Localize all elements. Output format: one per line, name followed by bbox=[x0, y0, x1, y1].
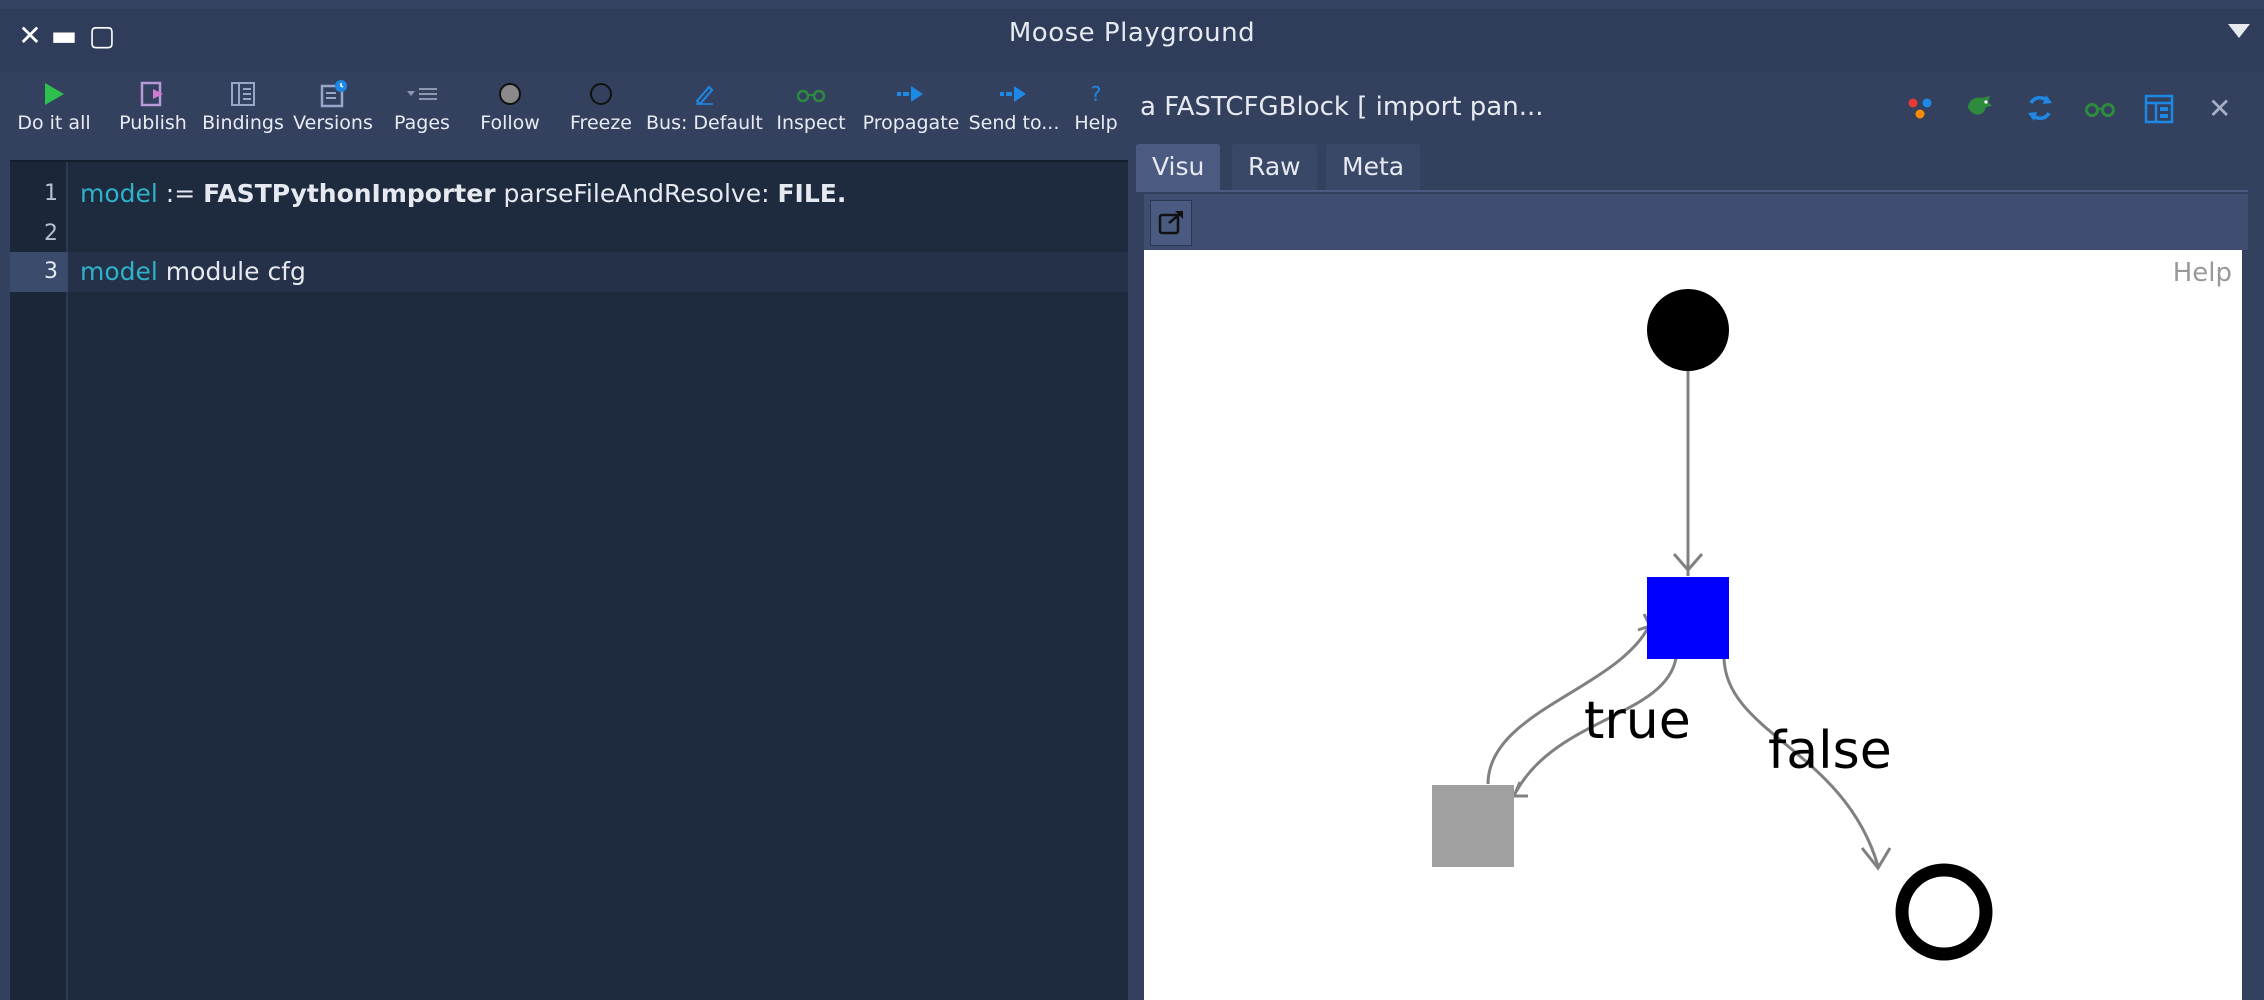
edge-label-false: false bbox=[1768, 721, 1892, 781]
visualization-canvas[interactable]: Help true false bbox=[1144, 250, 2242, 1000]
bus-default-button[interactable]: Bus: Default bbox=[646, 72, 763, 148]
end-node[interactable] bbox=[1895, 863, 1993, 961]
code-token-class: FASTPythonImporter bbox=[203, 179, 496, 208]
freeze-label: Freeze bbox=[570, 112, 632, 134]
inspect-icon[interactable] bbox=[2082, 90, 2118, 126]
moose-icon[interactable] bbox=[1962, 90, 1998, 126]
visu-toolbar bbox=[1144, 194, 2248, 250]
do-it-all-button[interactable]: Do it all bbox=[8, 72, 100, 148]
pane-splitter[interactable] bbox=[1128, 150, 1136, 1000]
playground-toolbar: Do it all Publish Bindings Versions Page… bbox=[8, 72, 1128, 148]
follow-label: Follow bbox=[480, 112, 540, 134]
current-block-node[interactable] bbox=[1647, 577, 1729, 659]
tab-meta[interactable]: Meta bbox=[1326, 144, 1421, 190]
moose-playground-window: ✕ ▬ ▢ Moose Playground Do it all Publish… bbox=[0, 0, 2264, 1000]
bus-default-label: Bus: Default bbox=[646, 112, 763, 134]
freeze-icon bbox=[556, 74, 646, 112]
inspect-icon bbox=[766, 74, 856, 112]
help-label: Help bbox=[1074, 112, 1118, 134]
publish-button[interactable]: Publish bbox=[108, 72, 198, 148]
code-line-1[interactable]: model := FASTPythonImporter parseFileAnd… bbox=[80, 174, 846, 214]
window-menu-button[interactable] bbox=[2228, 24, 2250, 38]
pages-label: Pages bbox=[394, 112, 450, 134]
title-bar: ✕ ▬ ▢ Moose Playground bbox=[0, 0, 2264, 72]
inspector-close-button[interactable]: ✕ bbox=[2208, 92, 2231, 125]
bindings-button[interactable]: Bindings bbox=[198, 72, 288, 148]
versions-button[interactable]: Versions bbox=[288, 72, 378, 148]
code-token-argument: FILE. bbox=[777, 179, 847, 208]
propagate-button[interactable]: Propagate bbox=[860, 72, 962, 148]
line-number-current: 3 bbox=[10, 252, 68, 292]
play-icon bbox=[8, 74, 100, 112]
code-editor[interactable]: 1 2 3 model := FASTPythonImporter parseF… bbox=[10, 160, 1128, 1000]
pages-icon bbox=[380, 74, 464, 112]
code-token-message: module cfg bbox=[157, 257, 306, 286]
bindings-label: Bindings bbox=[202, 112, 284, 134]
propagate-icon bbox=[860, 74, 962, 112]
tab-raw[interactable]: Raw bbox=[1232, 144, 1317, 190]
browse-icon[interactable] bbox=[2142, 90, 2178, 126]
bindings-icon bbox=[198, 74, 288, 112]
line-number: 1 bbox=[44, 181, 58, 206]
window-title: Moose Playground bbox=[1008, 18, 1256, 48]
code-token-variable: model bbox=[80, 179, 158, 208]
freeze-button[interactable]: Freeze bbox=[556, 72, 646, 148]
propagate-label: Propagate bbox=[862, 112, 960, 134]
follow-button[interactable]: Follow bbox=[464, 72, 556, 148]
send-to-label: Send to... bbox=[968, 112, 1060, 134]
publish-icon bbox=[108, 74, 198, 112]
inspect-button[interactable]: Inspect bbox=[766, 72, 856, 148]
bus-icon bbox=[646, 74, 762, 112]
send-to-button[interactable]: Send to... bbox=[964, 72, 1064, 148]
open-external-icon bbox=[1158, 211, 1183, 235]
code-token-selector: parseFileAndResolve: bbox=[495, 179, 778, 208]
tab-underline bbox=[1136, 190, 2248, 192]
follow-icon bbox=[464, 74, 556, 112]
background-window-strip bbox=[0, 0, 2264, 9]
versions-icon bbox=[288, 74, 378, 112]
code-token-variable: model bbox=[80, 257, 158, 286]
open-in-new-window-button[interactable] bbox=[1150, 200, 1192, 246]
do-it-all-label: Do it all bbox=[17, 112, 91, 134]
code-token-assign: := bbox=[157, 179, 204, 208]
svg-text:?: ? bbox=[1091, 82, 1102, 106]
start-node[interactable] bbox=[1647, 289, 1729, 371]
refresh-icon[interactable] bbox=[2022, 90, 2058, 126]
inspect-label: Inspect bbox=[776, 112, 846, 134]
edge-label-true: true bbox=[1584, 691, 1691, 751]
line-number-gutter: 1 2 3 bbox=[10, 162, 68, 1000]
versions-label: Versions bbox=[293, 112, 373, 134]
tab-visu[interactable]: Visu bbox=[1136, 144, 1221, 190]
mondrian-icon[interactable] bbox=[1902, 90, 1938, 126]
true-block-node[interactable] bbox=[1432, 785, 1514, 867]
help-icon: ? bbox=[1068, 74, 1124, 112]
code-line-3[interactable]: model module cfg bbox=[80, 252, 306, 292]
line-number: 2 bbox=[44, 221, 58, 246]
cfg-graph: true false bbox=[1432, 289, 1993, 961]
inspector-title: a FASTCFGBlock [ import pan... bbox=[1140, 92, 1544, 122]
send-icon bbox=[964, 74, 1064, 112]
pages-button[interactable]: Pages bbox=[380, 72, 464, 148]
publish-label: Publish bbox=[119, 112, 187, 134]
help-button[interactable]: ? Help bbox=[1068, 72, 1124, 148]
